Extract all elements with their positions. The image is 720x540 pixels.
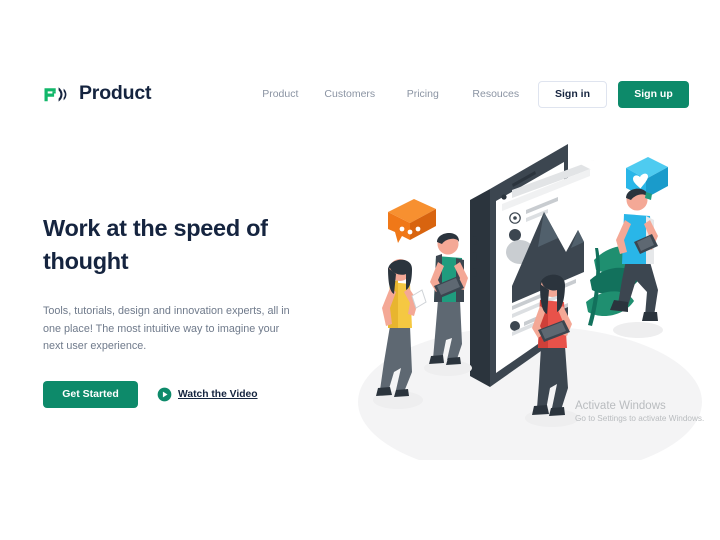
hero-title: Work at the speed of thought (43, 215, 268, 274)
hero-cta-group: Get Started Watch the Video (43, 380, 305, 408)
hero-subtitle: Tools, tutorials, design and innovation … (43, 305, 290, 352)
hero-illustration (352, 140, 712, 460)
brand-name: Product (79, 82, 152, 105)
sign-in-button[interactable]: Sign in (538, 80, 607, 108)
play-circle-icon (157, 387, 172, 401)
watch-video-label: Watch the Video (178, 388, 258, 400)
nav-item-product[interactable]: Product (247, 88, 313, 100)
site-header: Product Product Customers Pricing Resouc… (0, 0, 720, 160)
header-actions: Sign in Sign up (538, 80, 689, 108)
hero-copy: Work at the speed of thought Tools, tuto… (43, 212, 305, 408)
isometric-social-media-illustration (358, 144, 702, 460)
nav-item-pricing[interactable]: Pricing (386, 88, 459, 100)
watch-video-link[interactable]: Watch the Video (157, 387, 258, 402)
nav-item-resources[interactable]: Resouces (459, 88, 532, 100)
orange-chat-bubble-icon (388, 199, 436, 243)
sign-up-button[interactable]: Sign up (618, 80, 689, 108)
main-navigation: Product Customers Pricing Resouces (247, 88, 532, 100)
product-logo-icon (44, 86, 67, 102)
nav-item-customers[interactable]: Customers (313, 88, 386, 100)
brand-logo[interactable]: Product (43, 84, 151, 105)
get-started-button[interactable]: Get Started (43, 380, 138, 408)
